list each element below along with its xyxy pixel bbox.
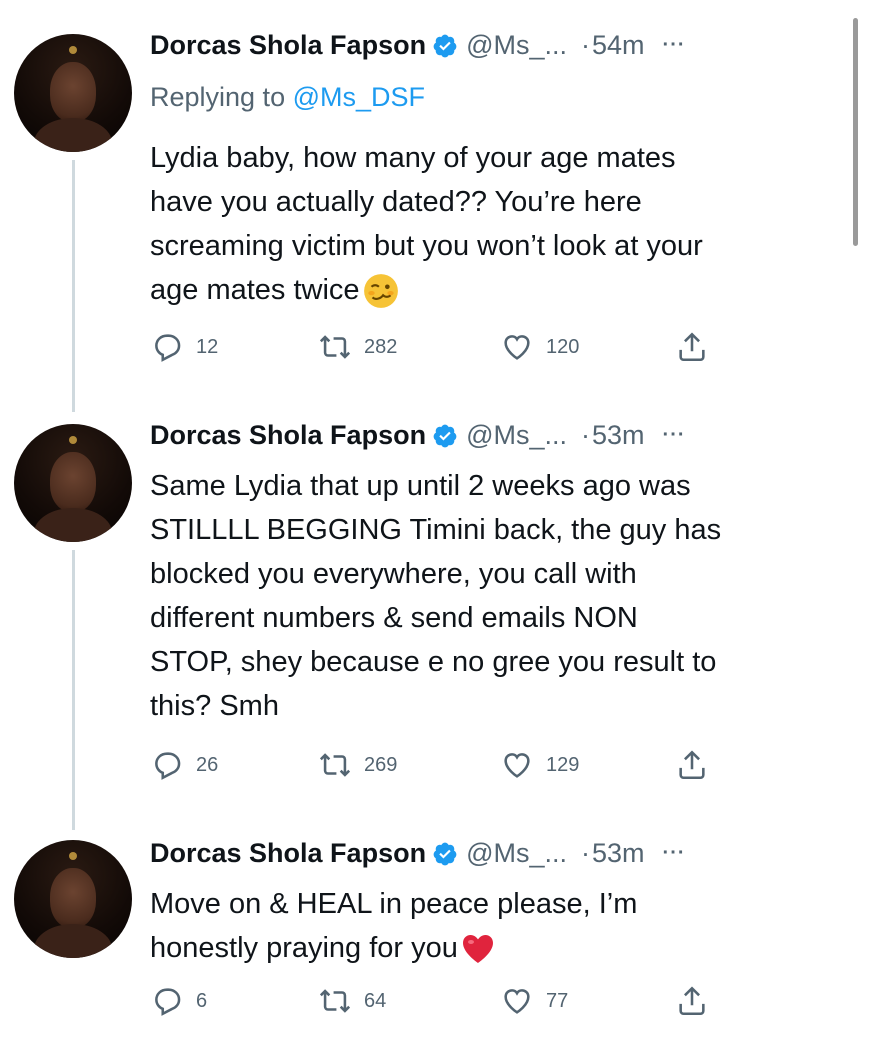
- tweet-text: Move on & HEAL in peace please, I’m hone…: [150, 882, 830, 970]
- hair-ornament: [69, 852, 77, 860]
- avatar[interactable]: [14, 840, 132, 958]
- reply-icon: [155, 988, 181, 1016]
- verified-badge-icon: [433, 842, 457, 865]
- avatar-face: [50, 868, 96, 928]
- more-options-icon[interactable]: ···: [663, 842, 686, 865]
- scrollbar[interactable]: [853, 18, 858, 246]
- tweet-text-line: Move on & HEAL in peace please, I’m: [150, 888, 638, 920]
- retweet-count: 64: [364, 989, 387, 1012]
- red-heart-emoji: [462, 935, 493, 964]
- tweet-actions: 6 64 77: [150, 984, 730, 1024]
- user-handle[interactable]: @Ms_...: [466, 838, 567, 869]
- like-button[interactable]: 77: [500, 984, 568, 1018]
- tweet-thread: Dorcas Shola Fapson @Ms_... · 54m ··· Re…: [0, 0, 890, 1049]
- retweet-button[interactable]: 64: [318, 984, 386, 1018]
- tweet[interactable]: Dorcas Shola Fapson @Ms_... · 53m ··· Mo…: [0, 0, 850, 1049]
- like-count: 77: [546, 989, 569, 1012]
- like-icon: [504, 989, 530, 1014]
- tweet-header: Dorcas Shola Fapson @Ms_... · 53m ···: [150, 838, 686, 869]
- avatar-shoulder: [34, 924, 112, 958]
- reply-button[interactable]: 6: [150, 984, 207, 1018]
- share-button[interactable]: [675, 984, 709, 1018]
- share-icon: [679, 986, 705, 1016]
- retweet-icon: [319, 989, 351, 1013]
- tweet-text-line-content: honestly praying for you: [150, 932, 458, 964]
- tweet-timestamp[interactable]: 53m: [592, 838, 645, 869]
- reply-count: 6: [196, 989, 208, 1012]
- display-name[interactable]: Dorcas Shola Fapson: [150, 838, 426, 869]
- tweet-text-line: honestly praying for you: [150, 926, 830, 970]
- separator-dot: ·: [581, 838, 590, 868]
